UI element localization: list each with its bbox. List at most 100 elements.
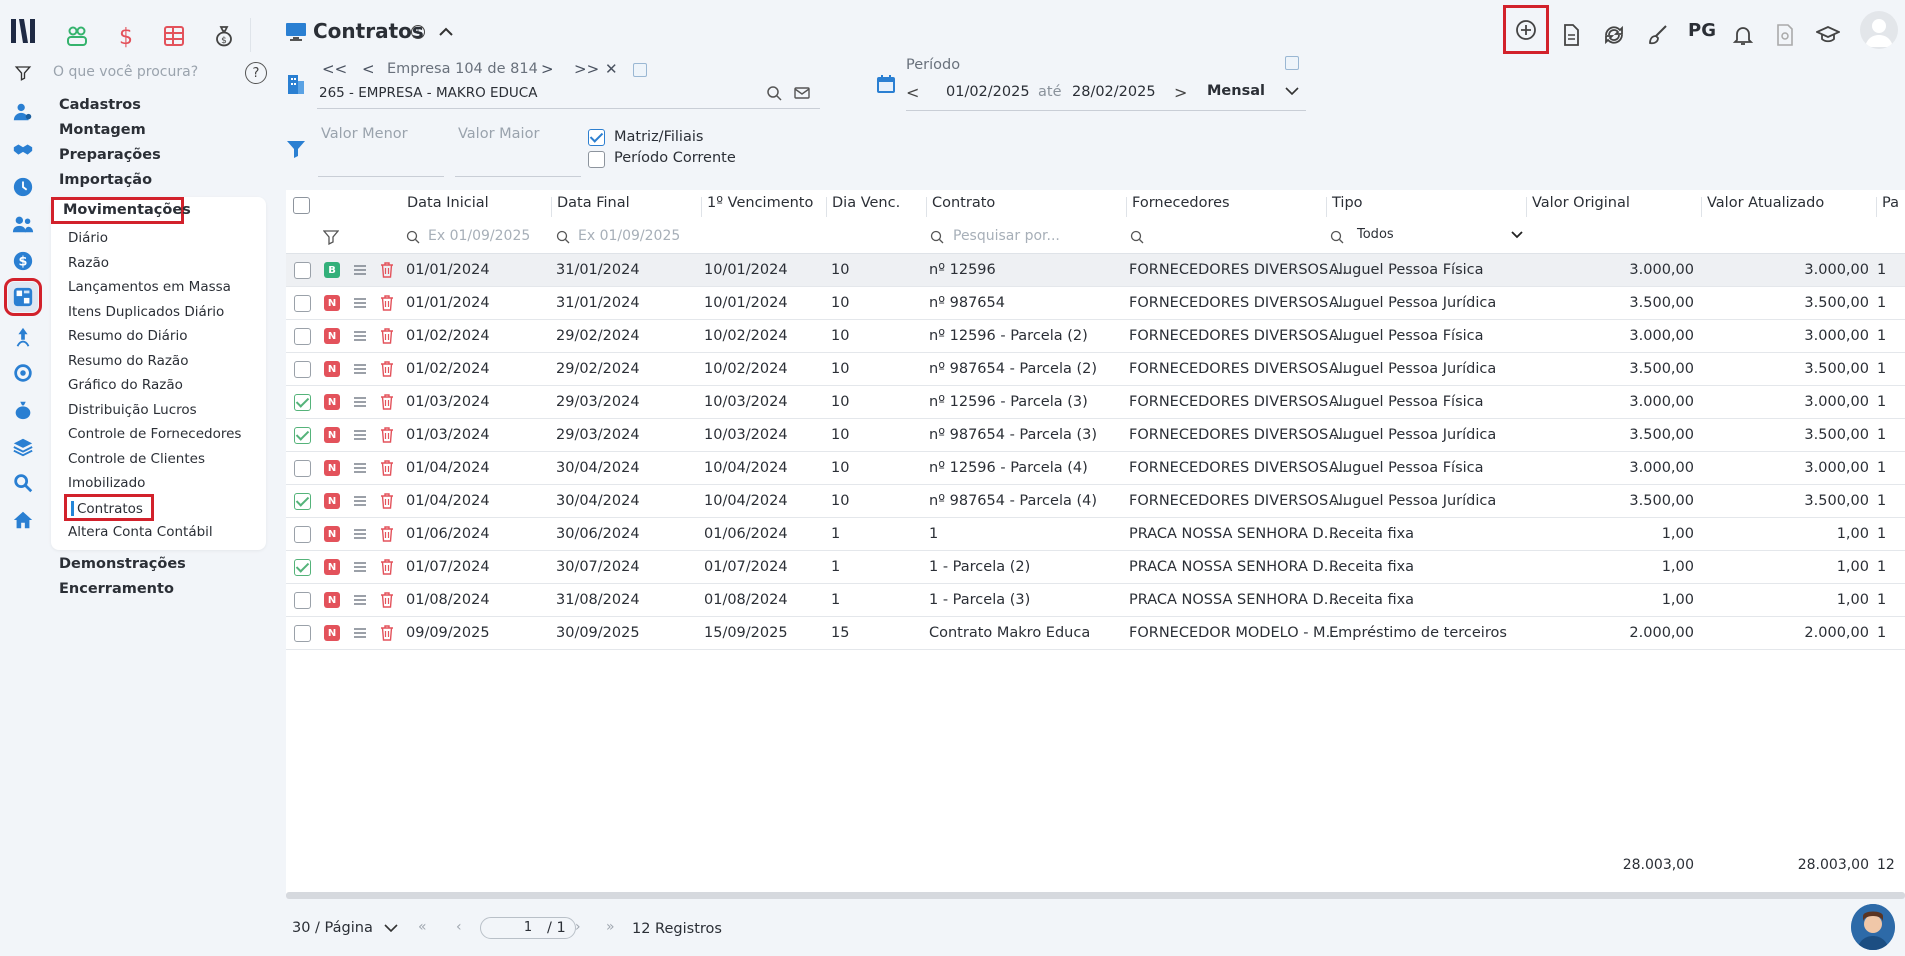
people-icon[interactable] <box>61 20 93 52</box>
column-header-dia-venc[interactable]: Dia Venc. <box>832 195 900 211</box>
sidebar-item-grafico-razao[interactable]: Gráfico do Razão <box>68 377 183 393</box>
row-checkbox[interactable] <box>294 394 311 411</box>
sidebar-item-resumo-diario[interactable]: Resumo do Diário <box>68 328 187 344</box>
trash-icon[interactable] <box>379 492 395 510</box>
column-header-vencimento[interactable]: 1º Vencimento <box>707 195 813 211</box>
help-icon[interactable]: ? <box>245 62 267 84</box>
column-header-pa[interactable]: Pa <box>1882 195 1899 211</box>
contrato-filter-input[interactable]: Pesquisar por... <box>953 228 1060 244</box>
table-row[interactable]: N 01/02/2024 29/02/2024 10/02/2024 10 nº 9876… <box>286 353 1905 386</box>
sidebar-section-demonstracoes[interactable]: Demonstrações <box>59 556 186 572</box>
trash-icon[interactable] <box>379 261 395 279</box>
sidebar-item-distribuicao-lucros[interactable]: Distribuição Lucros <box>68 402 197 418</box>
periodo-start-input[interactable]: 01/02/2025 <box>946 84 1030 100</box>
tipo-filter-select[interactable]: Todos <box>1357 227 1394 242</box>
trash-icon[interactable] <box>379 591 395 609</box>
spreadsheet-icon[interactable] <box>158 20 190 52</box>
column-header-valor-atualizado[interactable]: Valor Atualizado <box>1707 195 1824 211</box>
trash-icon[interactable] <box>379 426 395 444</box>
funnel-icon[interactable] <box>285 138 307 160</box>
handshake-icon[interactable] <box>8 135 38 165</box>
periodo-prev-button[interactable]: < <box>906 83 919 102</box>
menu-icon[interactable] <box>352 526 368 542</box>
global-search-input[interactable]: O que você procura? <box>53 64 198 80</box>
mail-icon[interactable] <box>793 84 811 102</box>
currency-icon[interactable]: $ <box>110 20 142 52</box>
column-filter-icon[interactable] <box>322 228 340 246</box>
trash-icon[interactable] <box>379 360 395 378</box>
row-checkbox[interactable] <box>294 625 311 642</box>
trash-icon[interactable] <box>379 624 395 642</box>
row-checkbox[interactable] <box>294 427 311 444</box>
sidebar-section-movimentacoes[interactable]: Movimentações <box>51 197 191 224</box>
valor-maior-input[interactable]: Valor Maior <box>458 126 539 142</box>
next-page-button[interactable]: › <box>575 919 581 935</box>
add-contract-button[interactable] <box>1503 5 1549 54</box>
table-row[interactable]: N 01/06/2024 30/06/2024 01/06/2024 1 1 PRACA N… <box>286 518 1905 551</box>
sidebar-item-altera-conta[interactable]: Altera Conta Contábil <box>68 524 213 540</box>
table-row[interactable]: N 01/04/2024 30/04/2024 10/04/2024 10 nº 1259… <box>286 452 1905 485</box>
chevron-down-icon[interactable] <box>1510 229 1524 241</box>
data-final-filter-input[interactable]: Ex 01/09/2025 <box>578 228 680 244</box>
trash-icon[interactable] <box>379 558 395 576</box>
periodo-checkbox[interactable] <box>1285 56 1299 70</box>
sidebar-item-resumo-razao[interactable]: Resumo do Razão <box>68 353 188 369</box>
menu-icon[interactable] <box>352 394 368 410</box>
sidebar-section-preparacoes[interactable]: Preparações <box>59 147 161 163</box>
user-admin-icon[interactable] <box>8 97 38 127</box>
dollar-icon[interactable]: $ <box>8 246 38 276</box>
row-checkbox[interactable] <box>294 526 311 543</box>
periodo-mode-select[interactable]: Mensal <box>1207 83 1265 99</box>
menu-icon[interactable] <box>352 460 368 476</box>
row-checkbox[interactable] <box>294 493 311 510</box>
column-header-valor-original[interactable]: Valor Original <box>1532 195 1630 211</box>
bell-icon[interactable] <box>1725 17 1761 53</box>
sidebar-item-controle-clientes[interactable]: Controle de Clientes <box>68 451 205 467</box>
table-row[interactable]: N 01/07/2024 30/07/2024 01/07/2024 1 1 - Parc… <box>286 551 1905 584</box>
column-header-data-final[interactable]: Data Final <box>557 195 630 211</box>
sidebar-section-cadastros[interactable]: Cadastros <box>59 97 141 113</box>
table-row[interactable]: N 01/02/2024 29/02/2024 10/02/2024 10 nº 1259… <box>286 320 1905 353</box>
row-checkbox[interactable] <box>294 262 311 279</box>
refresh-icon[interactable] <box>1596 17 1632 53</box>
money-bag-icon[interactable] <box>8 395 38 425</box>
table-row[interactable]: N 01/03/2024 29/03/2024 10/03/2024 10 nº 1259… <box>286 386 1905 419</box>
growth-icon[interactable] <box>8 322 38 352</box>
sidebar-section-encerramento[interactable]: Encerramento <box>59 581 174 597</box>
menu-icon[interactable] <box>352 559 368 575</box>
prev-page-button[interactable]: ‹ <box>456 919 462 935</box>
avatar[interactable] <box>1860 11 1898 49</box>
periodo-next-button[interactable]: > <box>1174 83 1187 102</box>
matriz-filiais-checkbox[interactable] <box>588 129 605 146</box>
menu-icon[interactable] <box>352 328 368 344</box>
table-row[interactable]: N 01/08/2024 31/08/2024 01/08/2024 1 1 - Parc… <box>286 584 1905 617</box>
last-page-button[interactable]: » <box>606 919 615 935</box>
sidebar-item-contratos[interactable]: Contratos <box>64 494 154 521</box>
column-header-fornecedores[interactable]: Fornecedores <box>1132 195 1230 211</box>
menu-icon[interactable] <box>352 625 368 641</box>
select-all-checkbox[interactable] <box>293 197 310 214</box>
pg-button[interactable]: PG <box>1688 20 1716 41</box>
graduation-cap-icon[interactable] <box>1810 17 1846 53</box>
empresa-first-button[interactable]: << <box>322 60 347 78</box>
info-icon[interactable]: i <box>411 25 425 39</box>
empresa-name[interactable]: 265 - EMPRESA - MAKRO EDUCA <box>319 85 537 101</box>
brush-icon[interactable] <box>1640 17 1676 53</box>
table-row[interactable]: N 01/03/2024 29/03/2024 10/03/2024 10 nº 9876… <box>286 419 1905 452</box>
table-row[interactable]: N 09/09/2025 30/09/2025 15/09/2025 15 Contrat… <box>286 617 1905 650</box>
row-checkbox[interactable] <box>294 559 311 576</box>
chevron-up-icon[interactable] <box>436 24 456 40</box>
trash-icon[interactable] <box>379 393 395 411</box>
periodo-end-input[interactable]: 28/02/2025 <box>1072 84 1156 100</box>
empresa-prev-button[interactable]: < <box>362 60 375 78</box>
trash-icon[interactable] <box>379 525 395 543</box>
sidebar-item-lancamentos-massa[interactable]: Lançamentos em Massa <box>68 279 231 295</box>
sidebar-section-importacao[interactable]: Importação <box>59 172 152 188</box>
column-header-data-inicial[interactable]: Data Inicial <box>407 195 489 211</box>
empresa-checkbox[interactable] <box>633 63 647 77</box>
search-icon[interactable] <box>1129 229 1145 245</box>
table-row[interactable]: B 01/01/2024 31/01/2024 10/01/2024 10 nº 1259… <box>286 254 1905 287</box>
row-checkbox[interactable] <box>294 361 311 378</box>
sidebar-section-montagem[interactable]: Montagem <box>59 122 146 138</box>
row-checkbox[interactable] <box>294 592 311 609</box>
